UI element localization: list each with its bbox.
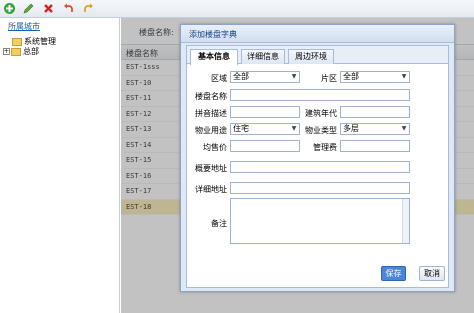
- expand-icon[interactable]: +: [3, 48, 10, 55]
- detail-address-input[interactable]: [230, 182, 410, 194]
- area-label: 片区: [321, 74, 337, 83]
- district-select[interactable]: 全部 ▼: [230, 71, 300, 83]
- cancel-button[interactable]: 取消: [419, 266, 445, 281]
- dialog-title[interactable]: 添加楼盘字典: [181, 25, 454, 43]
- dialog-body: 基本信息 详细信息 周边环境 区域 全部 ▼ 片区 全部 ▼ 楼盘名称 拼音描述 建…: [186, 45, 449, 288]
- delete-icon[interactable]: [42, 2, 55, 15]
- chevron-down-icon: ▼: [401, 73, 407, 80]
- redo-icon[interactable]: [82, 2, 95, 15]
- avg-price-input[interactable]: [230, 140, 300, 152]
- short-address-input[interactable]: [230, 161, 410, 173]
- area-select[interactable]: 全部 ▼: [340, 71, 410, 83]
- tree-panel: 所属城市 系统管理 + 总部: [0, 18, 120, 313]
- tab-strip: 基本信息 详细信息 周边环境: [187, 46, 448, 65]
- type-select[interactable]: 多层 ▼: [340, 123, 410, 135]
- usage-select[interactable]: 住宅 ▼: [230, 123, 300, 135]
- edit-icon[interactable]: [22, 2, 35, 15]
- tab-surroundings[interactable]: 周边环境: [288, 49, 334, 64]
- toolbar: [0, 0, 474, 18]
- tree-node-hq[interactable]: + 总部: [3, 46, 39, 57]
- add-building-dialog: 添加楼盘字典 基本信息 详细信息 周边环境 区域 全部 ▼ 片区 全部 ▼ 楼盘名称…: [180, 24, 455, 292]
- avg-price-label: 均售价: [203, 143, 227, 152]
- type-value: 多层: [343, 124, 359, 133]
- area-value: 全部: [343, 72, 359, 81]
- usage-value: 住宅: [233, 124, 249, 133]
- scrollbar[interactable]: [402, 199, 409, 243]
- save-button[interactable]: 保存: [381, 266, 406, 281]
- remark-textarea[interactable]: [230, 198, 410, 244]
- district-value: 全部: [233, 72, 249, 81]
- usage-label: 物业用途: [195, 126, 227, 135]
- chevron-down-icon: ▼: [401, 125, 407, 132]
- detail-address-label: 详细地址: [195, 185, 227, 194]
- building-name-label: 楼盘名称: [195, 92, 227, 101]
- mgmt-fee-label: 管理费: [313, 143, 337, 152]
- tab-basic-info[interactable]: 基本信息: [190, 49, 238, 65]
- undo-icon[interactable]: [62, 2, 75, 15]
- pinyin-label: 拼音描述: [195, 109, 227, 118]
- short-address-label: 概要地址: [195, 164, 227, 173]
- remark-label: 备注: [211, 219, 227, 228]
- folder-icon: [11, 47, 21, 56]
- type-label: 物业类型: [305, 126, 337, 135]
- mgmt-fee-input[interactable]: [340, 140, 410, 152]
- tree-node-label: 系统管理: [24, 37, 56, 46]
- pinyin-input[interactable]: [230, 106, 300, 118]
- tree-node-label: 总部: [23, 47, 39, 56]
- add-icon[interactable]: [3, 2, 16, 15]
- folder-icon: [12, 37, 22, 46]
- build-year-label: 建筑年代: [305, 109, 337, 118]
- district-label: 区域: [211, 74, 227, 83]
- tree-root-link[interactable]: 所属城市: [8, 21, 40, 32]
- build-year-input[interactable]: [340, 106, 410, 118]
- tab-detail-info[interactable]: 详细信息: [241, 49, 285, 64]
- building-name-input[interactable]: [230, 89, 410, 101]
